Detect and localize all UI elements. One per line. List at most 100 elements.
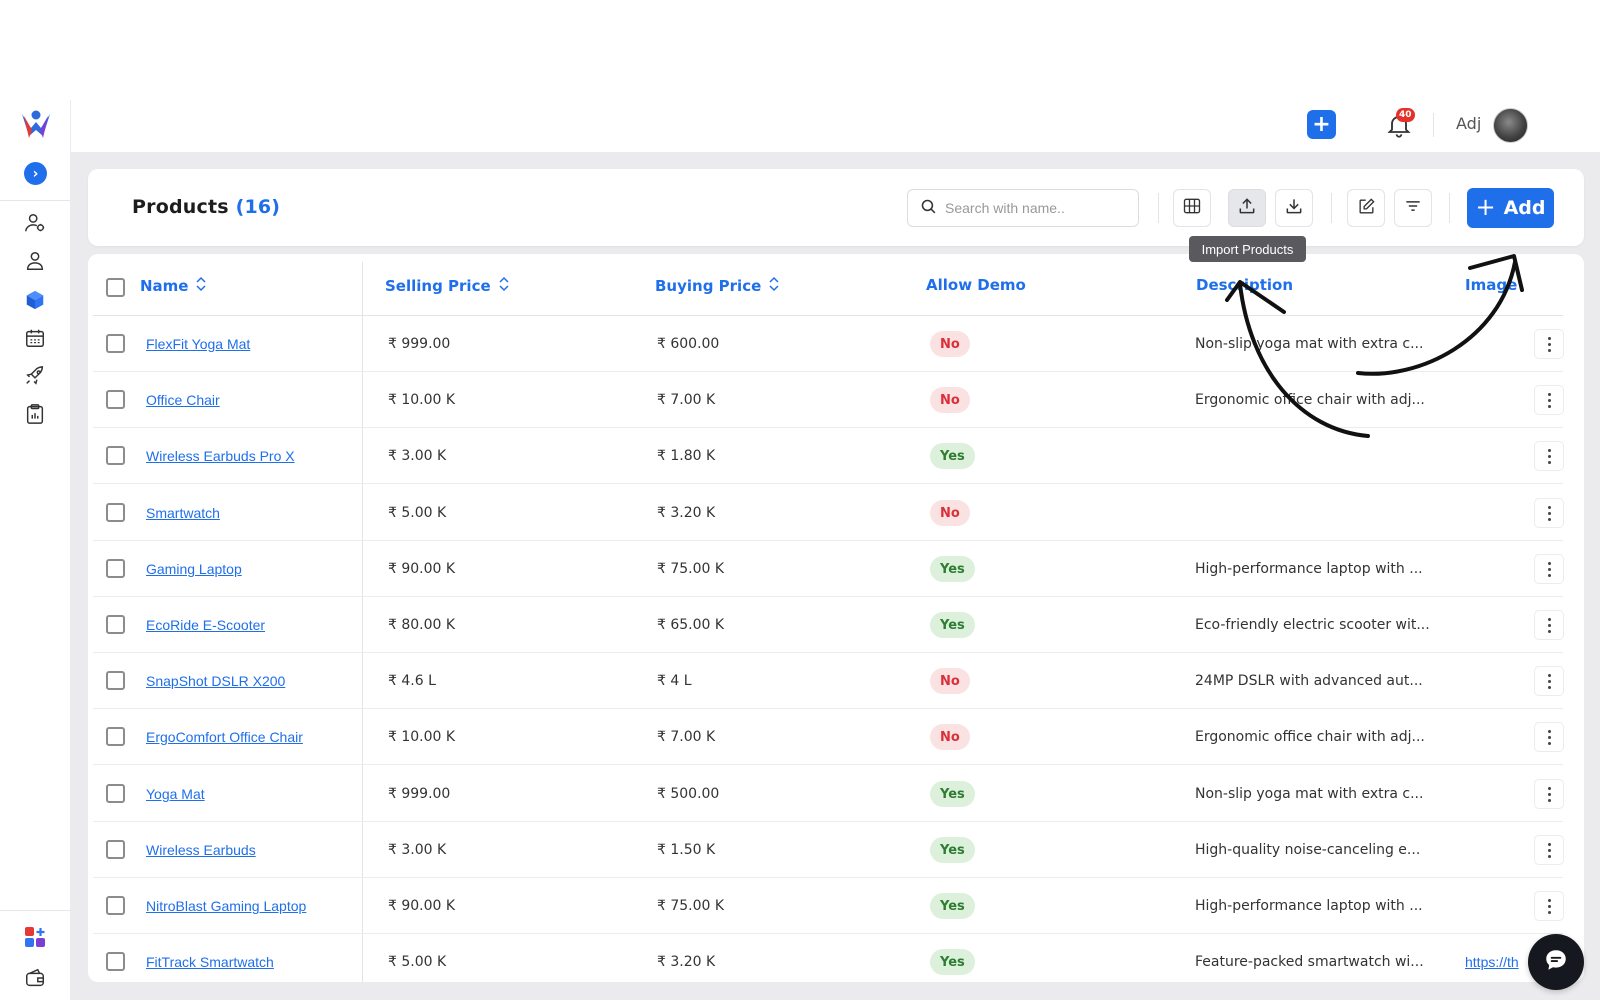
sort-icon[interactable]	[196, 276, 207, 296]
column-header-buying-price[interactable]: Buying Price	[655, 276, 779, 296]
row-checkbox[interactable]	[106, 727, 125, 746]
row-actions-menu[interactable]	[1534, 329, 1564, 359]
table-row[interactable]: FitTrack Smartwatch ₹ 5.00 K ₹ 3.20 K Yes Fe…	[93, 934, 1564, 990]
row-checkbox[interactable]	[106, 671, 125, 690]
row-actions-menu[interactable]	[1534, 441, 1564, 471]
selling-price: ₹ 80.00 K	[388, 617, 456, 633]
table-row[interactable]: Office Chair ₹ 10.00 K ₹ 7.00 K No Ergonomic…	[93, 372, 1564, 428]
select-all-checkbox[interactable]	[106, 278, 125, 297]
row-actions-menu[interactable]	[1534, 835, 1564, 865]
rocket-icon[interactable]	[23, 364, 47, 388]
row-checkbox[interactable]	[106, 446, 125, 465]
buying-price: ₹ 4 L	[657, 673, 692, 689]
bulk-edit-button[interactable]	[1347, 189, 1385, 227]
description-text: Eco-friendly electric scooter wit...	[1195, 617, 1430, 633]
apps-icon[interactable]	[23, 925, 47, 949]
table-row[interactable]: EcoRide E-Scooter ₹ 80.00 K ₹ 65.00 K Yes Ec…	[93, 597, 1564, 653]
chat-icon	[1543, 947, 1569, 977]
row-actions-menu[interactable]	[1534, 610, 1564, 640]
row-actions-menu[interactable]	[1534, 385, 1564, 415]
add-product-button[interactable]: + Add	[1467, 188, 1554, 228]
row-checkbox[interactable]	[106, 390, 125, 409]
table-row[interactable]: Smartwatch ₹ 5.00 K ₹ 3.20 K No	[93, 485, 1564, 541]
edit-icon	[1357, 197, 1376, 220]
product-name-link[interactable]: Wireless Earbuds Pro X	[146, 448, 295, 464]
columns-button[interactable]	[1173, 189, 1211, 227]
buying-price: ₹ 3.20 K	[657, 505, 716, 521]
wallet-icon[interactable]	[23, 966, 47, 990]
product-name-link[interactable]: FitTrack Smartwatch	[146, 954, 274, 970]
row-checkbox[interactable]	[106, 615, 125, 634]
import-products-button[interactable]	[1228, 189, 1266, 227]
chat-support-button[interactable]	[1528, 934, 1584, 990]
selling-price: ₹ 999.00	[388, 336, 451, 352]
sort-icon[interactable]	[769, 276, 779, 296]
table-row[interactable]: SnapShot DSLR X200 ₹ 4.6 L ₹ 4 L No 24MP DSL…	[93, 653, 1564, 709]
avatar[interactable]	[1493, 108, 1528, 143]
row-checkbox[interactable]	[106, 559, 125, 578]
allow-demo-badge: Yes	[930, 837, 975, 863]
calendar-icon[interactable]	[23, 326, 47, 350]
product-name-link[interactable]: SnapShot DSLR X200	[146, 673, 285, 689]
table-row[interactable]: FlexFit Yoga Mat ₹ 999.00 ₹ 600.00 No Non-sl…	[93, 316, 1564, 372]
product-name-link[interactable]: Smartwatch	[146, 505, 220, 521]
product-name-link[interactable]: Office Chair	[146, 392, 220, 408]
page-title-text: Products	[132, 196, 229, 218]
column-header-label: Buying Price	[655, 277, 762, 295]
user-settings-icon[interactable]	[23, 211, 47, 235]
row-checkbox[interactable]	[106, 784, 125, 803]
kebab-dot	[1547, 741, 1551, 745]
product-name-link[interactable]: Wireless Earbuds	[146, 842, 256, 858]
product-name-link[interactable]: EcoRide E-Scooter	[146, 617, 265, 633]
user-icon[interactable]	[23, 249, 47, 273]
column-header-name[interactable]: Name	[140, 276, 207, 296]
row-actions-menu[interactable]	[1534, 891, 1564, 921]
row-checkbox[interactable]	[106, 503, 125, 522]
row-actions-menu[interactable]	[1534, 722, 1564, 752]
product-name-link[interactable]: ErgoComfort Office Chair	[146, 729, 303, 745]
column-header-label: Image	[1465, 276, 1518, 294]
product-name-link[interactable]: Yoga Mat	[146, 786, 205, 802]
table-row[interactable]: Wireless Earbuds ₹ 3.00 K ₹ 1.50 K Yes High-…	[93, 822, 1564, 878]
search-icon	[920, 198, 937, 219]
buying-price: ₹ 75.00 K	[657, 898, 725, 914]
kebab-dot	[1547, 729, 1551, 733]
table-row[interactable]: NitroBlast Gaming Laptop ₹ 90.00 K ₹ 75.00…	[93, 878, 1564, 934]
row-actions-menu[interactable]	[1534, 666, 1564, 696]
kebab-dot	[1547, 448, 1551, 452]
table-row[interactable]: Gaming Laptop ₹ 90.00 K ₹ 75.00 K Yes High-p…	[93, 541, 1564, 597]
product-name-link[interactable]: NitroBlast Gaming Laptop	[146, 898, 306, 914]
sort-icon[interactable]	[499, 276, 509, 296]
product-name-link[interactable]: FlexFit Yoga Mat	[146, 336, 250, 352]
table-row[interactable]: Yoga Mat ₹ 999.00 ₹ 500.00 Yes Non-slip yoga…	[93, 766, 1564, 822]
row-actions-menu[interactable]	[1534, 779, 1564, 809]
filter-button[interactable]	[1394, 189, 1432, 227]
column-header-description: Description	[1196, 276, 1293, 294]
kebab-dot	[1547, 798, 1551, 802]
table-row[interactable]: Wireless Earbuds Pro X ₹ 3.00 K ₹ 1.80 K Ye…	[93, 428, 1564, 484]
search-box[interactable]	[907, 189, 1139, 227]
sidebar-expand-button[interactable]: ›	[24, 162, 47, 185]
kebab-dot	[1547, 904, 1551, 908]
row-actions-menu[interactable]	[1534, 554, 1564, 584]
image-link[interactable]: https://th	[1465, 954, 1519, 970]
selling-price: ₹ 10.00 K	[388, 392, 456, 408]
allow-demo-badge: No	[930, 668, 970, 694]
quick-add-button[interactable]: +	[1307, 110, 1336, 139]
row-checkbox[interactable]	[106, 840, 125, 859]
export-button[interactable]	[1275, 189, 1313, 227]
product-name-link[interactable]: Gaming Laptop	[146, 561, 242, 577]
description-text: 24MP DSLR with advanced aut...	[1195, 673, 1423, 689]
box-icon[interactable]	[23, 288, 47, 312]
column-header-selling-price[interactable]: Selling Price	[385, 276, 509, 296]
row-actions-menu[interactable]	[1534, 498, 1564, 528]
table-row[interactable]: ErgoComfort Office Chair ₹ 10.00 K ₹ 7.00 …	[93, 709, 1564, 765]
app-logo[interactable]	[19, 108, 53, 142]
allow-demo-badge: No	[930, 500, 970, 526]
filter-icon	[1403, 196, 1423, 220]
row-checkbox[interactable]	[106, 334, 125, 353]
row-checkbox[interactable]	[106, 952, 125, 971]
search-input[interactable]	[945, 200, 1125, 216]
report-icon[interactable]	[23, 402, 47, 426]
row-checkbox[interactable]	[106, 896, 125, 915]
